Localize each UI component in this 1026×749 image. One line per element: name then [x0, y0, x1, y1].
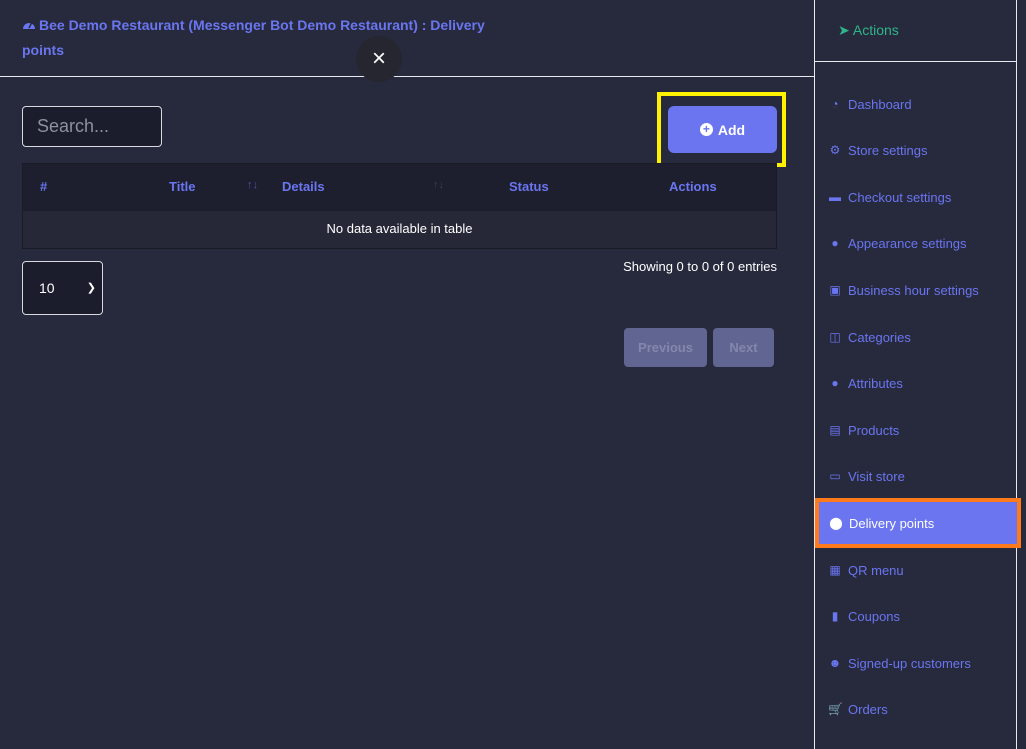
- close-button[interactable]: ×: [356, 36, 402, 82]
- main-content: Bee Demo Restaurant (Messenger Bot Demo …: [0, 0, 814, 749]
- sidebar-item-label: Orders: [848, 701, 888, 717]
- close-icon: ×: [371, 45, 386, 72]
- paper-plane-icon: ➤: [838, 22, 850, 38]
- delivery-points-table: # Title ↑↓ Details ↑↓ Status Actions No …: [22, 163, 777, 249]
- column-header-number[interactable]: #: [40, 179, 47, 194]
- sidebar-item-products[interactable]: ▤ Products: [815, 408, 1016, 452]
- column-header-title[interactable]: Title: [169, 179, 196, 194]
- ticket-icon: ▮: [831, 609, 839, 623]
- map-marker-icon: ⬤: [829, 516, 843, 530]
- sidebar-item-label: Checkout settings: [848, 189, 952, 205]
- sidebar-item-dashboard[interactable]: ◔ Dashboard: [815, 82, 1016, 126]
- sidebar-item-coupons[interactable]: ▮ Coupons: [815, 594, 1016, 638]
- page-length-select[interactable]: 10 ❯: [22, 261, 103, 315]
- column-header-actions[interactable]: Actions: [669, 179, 717, 194]
- sidebar-item-label: Products: [848, 422, 900, 438]
- sidebar-item-appearance-settings[interactable]: ● Appearance settings: [815, 221, 1016, 265]
- next-button[interactable]: Next: [713, 328, 774, 367]
- sidebar-item-visit-store[interactable]: ▭ Visit store: [815, 454, 1016, 498]
- page-length-value: 10: [39, 280, 55, 296]
- page-title-text: Bee Demo Restaurant (Messenger Bot Demo …: [22, 17, 485, 58]
- table-info: Showing 0 to 0 of 0 entries: [623, 259, 777, 274]
- store-icon: ▭: [829, 469, 841, 483]
- sidebar-item-orders[interactable]: 🛒 Orders: [815, 687, 1016, 731]
- qrcode-icon: ▦: [829, 563, 841, 577]
- header-divider: [0, 76, 814, 77]
- sidebar-header-label: Actions: [852, 22, 899, 38]
- sidebar-item-checkout-settings[interactable]: ▬ Checkout settings: [815, 175, 1016, 219]
- columns-icon: ◫: [829, 330, 841, 344]
- empty-table-message: No data available in table: [23, 211, 776, 248]
- sidebar-item-label: Business hour settings: [848, 282, 979, 298]
- sidebar-item-label: Categories: [848, 329, 911, 345]
- add-button-label: Add: [717, 121, 746, 138]
- sidebar-item-attributes[interactable]: ● Attributes: [815, 361, 1016, 405]
- sidebar-item-store-settings[interactable]: ⚙ Store settings: [815, 128, 1016, 172]
- add-button[interactable]: + Add: [668, 106, 777, 153]
- sidebar-item-label: Signed-up customers: [848, 655, 971, 671]
- sidebar-item-label: Appearance settings: [848, 235, 967, 251]
- sidebar: ➤ Actions ◔ Dashboard ⚙ Store settings ▬ Chec…: [814, 0, 1021, 749]
- sidebar-header: ➤ Actions: [815, 0, 1016, 62]
- sidebar-item-qr-menu[interactable]: ▦ QR menu: [815, 548, 1016, 592]
- cart-icon: 🛒: [828, 702, 843, 716]
- sidebar-item-signed-up-customers[interactable]: ☻ Signed-up customers: [815, 641, 1016, 685]
- calendar-check-icon: ▣: [829, 283, 841, 297]
- tachometer-icon: [23, 22, 35, 29]
- sidebar-item-label: Store settings: [848, 142, 928, 158]
- table-header: # Title ↑↓ Details ↑↓ Status Actions: [23, 164, 776, 211]
- plus-circle-icon: +: [699, 123, 713, 136]
- sidebar-item-label: QR menu: [848, 562, 904, 578]
- boxes-icon: ▤: [829, 423, 841, 437]
- tachometer-icon: ◔: [831, 97, 839, 111]
- users-icon: ☻: [828, 656, 842, 670]
- sidebar-item-label: Visit store: [848, 468, 905, 484]
- gear-icon: ⚙: [829, 143, 841, 157]
- page-title: Bee Demo Restaurant (Messenger Bot Demo …: [22, 13, 512, 63]
- sidebar-item-business-hour-settings[interactable]: ▣ Business hour settings: [815, 268, 1016, 312]
- previous-button[interactable]: Previous: [624, 328, 707, 367]
- sidebar-item-categories[interactable]: ◫ Categories: [815, 315, 1016, 359]
- sidebar-item-label: Delivery points: [849, 515, 935, 531]
- sort-icon[interactable]: ↑↓: [247, 179, 258, 191]
- chevron-down-icon: ❯: [86, 282, 96, 294]
- sort-icon[interactable]: ↑↓: [433, 179, 444, 191]
- sidebar-item-label: Coupons: [848, 608, 901, 624]
- column-header-details[interactable]: Details: [282, 179, 325, 194]
- column-header-status[interactable]: Status: [509, 179, 549, 194]
- sidebar-item-delivery-points[interactable]: ⬤ Delivery points: [815, 498, 1021, 548]
- sidebar-item-label: Attributes: [848, 375, 903, 391]
- sidebar-item-label: Dashboard: [848, 96, 912, 112]
- palette-icon: ●: [831, 236, 839, 250]
- credit-card-icon: ▬: [829, 190, 841, 204]
- search-input[interactable]: [22, 106, 162, 147]
- palette-icon: ●: [831, 376, 839, 390]
